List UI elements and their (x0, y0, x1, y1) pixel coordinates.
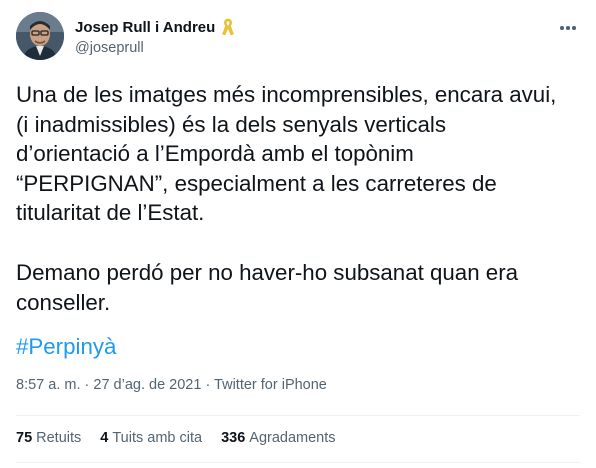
divider (16, 462, 580, 463)
tweet-paragraph-2: Demano perdó per no haver-ho subsanat qu… (16, 259, 519, 315)
tweet-time[interactable]: 8:57 a. m. (16, 377, 80, 393)
retweets-count: 75 (16, 430, 33, 446)
display-name[interactable]: Josep Rull i Andreu (75, 19, 215, 36)
yellow-ribbon-icon (221, 18, 235, 36)
divider (16, 415, 580, 416)
tweet-stats: 75 Retuits 4 Tuits amb cita 336 Agradaments (16, 430, 355, 446)
author-handle[interactable]: @joseprull (75, 40, 235, 56)
avatar-photo (16, 12, 64, 60)
meta-separator: · (201, 377, 215, 393)
avatar[interactable] (16, 12, 64, 60)
more-horizontal-icon[interactable] (556, 18, 580, 38)
quotes-count: 4 (100, 430, 109, 446)
name-row: Josep Rull i Andreu (75, 17, 235, 37)
tweet-source[interactable]: Twitter for iPhone (214, 377, 327, 393)
tweet-paragraph-1: Una de les imatges més incomprensibles, … (16, 82, 557, 226)
likes-label: Agradaments (249, 430, 336, 446)
likes-stat[interactable]: 336 Agradaments (221, 430, 335, 446)
tweet-metadata: 8:57 a. m. · 27 d’ag. de 2021 · Twitter … (16, 377, 327, 393)
meta-separator: · (80, 377, 94, 393)
tweet-header: Josep Rull i Andreu @joseprull (16, 12, 580, 64)
quotes-label: Tuits amb cita (112, 430, 203, 446)
retweets-stat[interactable]: 75 Retuits (16, 430, 81, 446)
tweet-text: Una de les imatges més incomprensibles, … (16, 80, 582, 317)
quotes-stat[interactable]: 4 Tuits amb cita (100, 430, 202, 446)
tweet-card: Josep Rull i Andreu @joseprull Una de le… (0, 0, 596, 468)
author-names: Josep Rull i Andreu @joseprull (75, 17, 235, 56)
likes-count: 336 (221, 430, 246, 446)
retweets-label: Retuits (36, 430, 82, 446)
tweet-date[interactable]: 27 d’ag. de 2021 (93, 377, 201, 393)
hashtag-link[interactable]: #Perpinyà (16, 332, 116, 362)
